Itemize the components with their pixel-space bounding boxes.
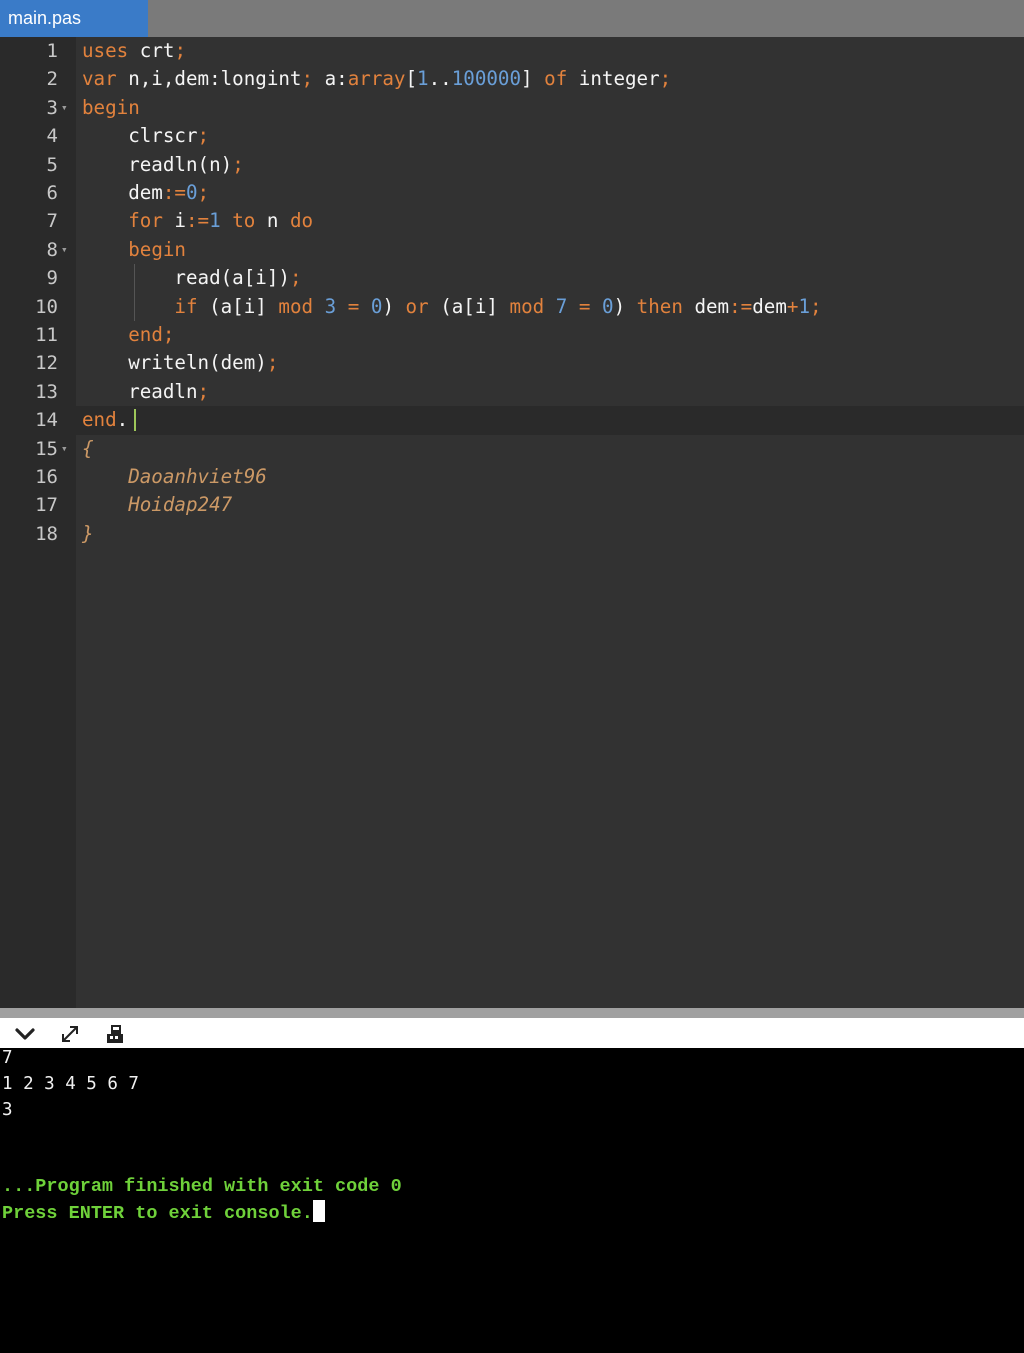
code-text: end;: [128, 323, 175, 346]
code-text: begin: [82, 95, 140, 119]
tab-bar: main.pas: [0, 0, 1024, 37]
code-line: 17 Hoidap247: [0, 491, 1024, 519]
code-line: 11 end;: [0, 321, 1024, 349]
line-number: 5: [46, 153, 58, 176]
active-code-line: 14 end.: [0, 406, 1024, 435]
code-line: 8 ▾ begin: [0, 236, 1024, 264]
line-number: 7: [46, 210, 58, 233]
line-number: 13: [35, 380, 58, 403]
fold-arrow-icon[interactable]: ▾: [61, 435, 68, 463]
line-number: 9: [46, 267, 58, 290]
code-text: }: [82, 521, 94, 545]
code-line: 10 if (a[i] mod 3 = 0) or (a[i] mod 7 = …: [0, 293, 1024, 321]
tab-main-pas[interactable]: main.pas: [0, 0, 148, 37]
console-cursor: [312, 1200, 325, 1222]
console-line: 3: [2, 1100, 13, 1120]
line-number: 3: [46, 96, 58, 119]
indent-guide: [134, 264, 135, 321]
panel-splitter[interactable]: [0, 1008, 1024, 1018]
code-line: 9 read(a[i]);: [0, 264, 1024, 292]
line-number: 4: [46, 125, 58, 148]
code-text: writeln(dem);: [82, 351, 279, 375]
line-number: 11: [35, 324, 58, 346]
code-text: uses crt;: [82, 39, 186, 62]
code-text: if (a[i] mod 3 = 0) or (a[i] mod 7 = 0) …: [174, 294, 822, 318]
fold-arrow-icon[interactable]: ▾: [61, 94, 68, 122]
output-console[interactable]: 7 1 2 3 4 5 6 7 3 ...Program finished wi…: [0, 1048, 1024, 1353]
line-number: 12: [35, 352, 58, 375]
code-line: 4 clrscr;: [0, 122, 1024, 150]
code-line: 7 for i:=1 to n do: [0, 207, 1024, 235]
console-toolbar: [0, 1018, 1024, 1048]
line-number: 17: [35, 494, 58, 517]
line-number: 14: [35, 409, 58, 432]
code-text: read(a[i]);: [82, 266, 302, 290]
code-line: 18 }: [0, 520, 1024, 548]
console-line: 1 2 3 4 5 6 7: [2, 1074, 139, 1094]
code-text: clrscr;: [82, 124, 210, 148]
code-line: 1 uses crt;: [0, 37, 1024, 65]
code-text: var n,i,dem:longint; a:array[1..100000] …: [82, 67, 672, 91]
code-text: Hoidap247: [82, 493, 233, 517]
code-line: 12 writeln(dem);: [0, 349, 1024, 377]
line-number: 6: [46, 182, 58, 204]
stdin-icon[interactable]: [102, 1021, 128, 1047]
chevron-down-icon[interactable]: [12, 1021, 38, 1047]
code-line: 2 var n,i,dem:longint; a:array[1..100000…: [0, 65, 1024, 93]
text-cursor: [134, 409, 136, 432]
line-number: 10: [35, 295, 58, 318]
code-text: readln;: [82, 379, 210, 403]
code-line: 5 readln(n);: [0, 151, 1024, 179]
exit-prompt-line: Press ENTER to exit console.: [2, 1200, 325, 1227]
code-text: begin: [128, 237, 186, 261]
line-number: 18: [35, 522, 58, 545]
line-number: 16: [35, 466, 58, 488]
line-number: 2: [46, 68, 58, 91]
code-editor[interactable]: 1 uses crt; 2 var n,i,dem:longint; a:arr…: [0, 37, 1024, 1008]
code-line: 13 readln;: [0, 378, 1024, 406]
code-text: {: [82, 436, 94, 460]
code-line: 3 ▾ begin: [0, 94, 1024, 122]
code-line: 15 ▾ {: [0, 435, 1024, 463]
line-number: 1: [46, 40, 58, 62]
code-text: for i:=1 to n do: [128, 209, 314, 233]
expand-icon[interactable]: [57, 1021, 83, 1047]
code-text: Daoanhviet96: [82, 465, 267, 488]
code-line: 6 dem:=0;: [0, 179, 1024, 207]
fold-arrow-icon[interactable]: ▾: [61, 236, 68, 264]
code-line: 16 Daoanhviet96: [0, 463, 1024, 491]
code-text: end.: [82, 408, 129, 432]
console-line: 7: [2, 1048, 13, 1068]
exit-prompt-text: Press ENTER to exit console.: [2, 1203, 313, 1224]
line-number: 15: [35, 437, 58, 460]
line-number: 8: [46, 238, 58, 261]
exit-code-message: ...Program finished with exit code 0: [2, 1176, 402, 1197]
code-text: readln(n);: [82, 152, 244, 176]
code-text: dem:=0;: [82, 181, 210, 204]
